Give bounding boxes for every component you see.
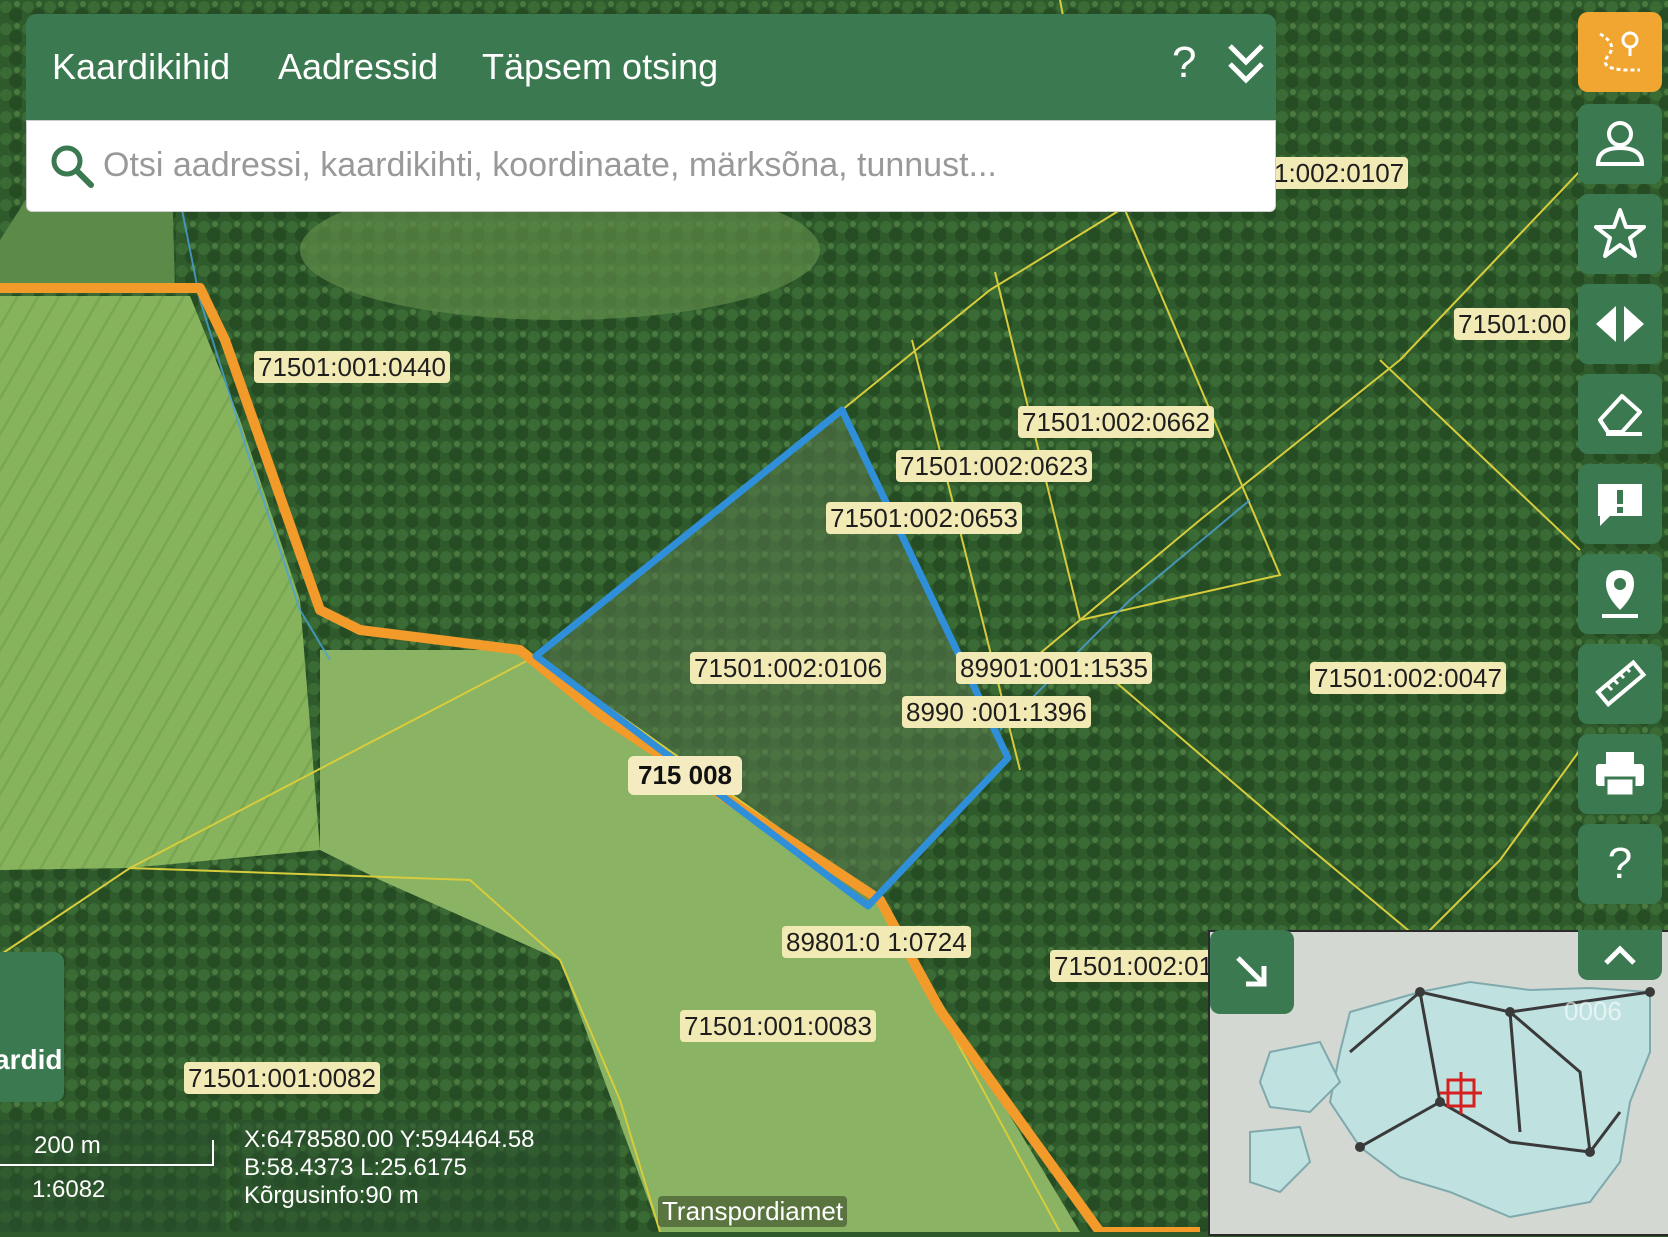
feedback-button[interactable] — [1578, 464, 1662, 544]
printer-icon — [1596, 752, 1644, 798]
left-tab-label: ardid — [0, 1044, 63, 1075]
attribution: Transpordiamet — [658, 1196, 848, 1227]
location-button[interactable] — [1578, 554, 1662, 634]
search-input[interactable] — [101, 139, 1255, 191]
parcel-label: 71501:002:0623 — [896, 450, 1092, 482]
tab-aadressid[interactable]: Aadressid — [278, 46, 438, 88]
print-button[interactable] — [1578, 734, 1662, 814]
parcel-label: 71501:002:0106 — [690, 652, 886, 684]
search-panel: Kaardikihid Aadressid Täpsem otsing ? — [26, 14, 1276, 212]
parcel-label: 71501:002:0662 — [1018, 406, 1214, 438]
scale-distance: 200 m — [34, 1132, 101, 1159]
search-icon[interactable] — [49, 143, 95, 189]
parcel-label: 71501:001:0082 — [184, 1062, 380, 1094]
help-button[interactable]: ? — [1172, 38, 1196, 88]
chevron-up-icon — [1604, 945, 1636, 965]
ruler-icon — [1595, 659, 1647, 708]
eraser-button[interactable] — [1578, 374, 1662, 454]
parcel-label: 1:002:0107 — [1270, 157, 1409, 189]
parcel-label: 71501:00 — [1454, 308, 1571, 340]
feedback-icon — [1598, 484, 1642, 526]
eraser-icon — [1598, 394, 1642, 436]
measure-button[interactable] — [1578, 644, 1662, 724]
scale-bar: 200 m 1:6082 — [0, 1120, 226, 1232]
collapse-overview-button[interactable] — [1210, 930, 1294, 1014]
compare-button[interactable] — [1578, 284, 1662, 364]
parcel-label: 71501:002:01 — [1050, 950, 1218, 982]
parcel-label: 71501:001:0083 — [680, 1010, 876, 1042]
user-icon — [1595, 121, 1645, 166]
user-button[interactable] — [1578, 104, 1662, 184]
overview-ghost-label: 0006 — [1564, 996, 1622, 1026]
parcel-label: 89901:001:1535 — [956, 652, 1152, 684]
scale-ratio: 1:6082 — [32, 1176, 106, 1203]
parcel-label: 71501:001:0440 — [254, 351, 450, 383]
elevation-info: Kõrgusinfo:90 m — [244, 1182, 419, 1209]
parcel-label: 89801:0 1:0724 — [782, 926, 971, 958]
expand-toolbar-button[interactable] — [1578, 930, 1662, 980]
coordinate-readout: X:6478580.00 Y:594464.58 B:58.4373 L:25.… — [236, 1120, 620, 1232]
location-pin-icon — [1602, 570, 1638, 618]
favorites-button[interactable] — [1578, 194, 1662, 274]
help-tool-button[interactable]: ? — [1578, 824, 1662, 904]
tab-tapsem-otsing[interactable]: Täpsem otsing — [482, 46, 718, 88]
arrow-down-right-icon — [1236, 956, 1267, 987]
left-side-tab[interactable]: ardid — [0, 952, 64, 1102]
parcel-label: 71501:002:0653 — [826, 502, 1022, 534]
star-icon — [1594, 208, 1646, 258]
road-label: 715 008 — [628, 756, 742, 795]
panel-tabs: Kaardikihid Aadressid Täpsem otsing ? — [26, 14, 1276, 120]
parcel-label: 71501:002:0047 — [1310, 662, 1506, 694]
compare-arrows-icon — [1596, 306, 1644, 342]
route-pin-icon — [1599, 31, 1640, 72]
parcel-label: 8990 :001:1396 — [902, 696, 1091, 728]
collapse-panel-icon[interactable] — [1226, 40, 1266, 90]
coords-xy: X:6478580.00 Y:594464.58 — [244, 1126, 535, 1153]
search-bar — [26, 120, 1276, 212]
tab-kaardikihid[interactable]: Kaardikihid — [52, 46, 230, 88]
route-pin-button[interactable] — [1578, 12, 1662, 92]
coords-bl: B:58.4373 L:25.6175 — [244, 1154, 467, 1181]
